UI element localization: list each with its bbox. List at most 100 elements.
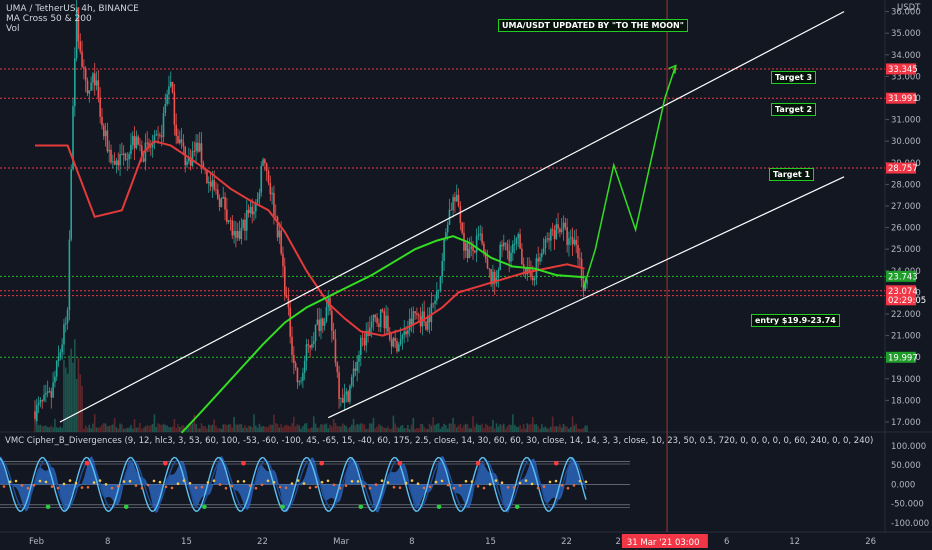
volume-bar [46,426,49,432]
volume-bar [311,427,313,432]
volume-bar [457,425,460,432]
cross-dot [514,504,520,510]
volume-bar [260,426,263,432]
candle-body [356,361,358,371]
price-level-label: 19.997 [888,353,918,363]
cross-dot [319,460,325,466]
candle-body [378,323,380,328]
rsi-mfi-dot [398,486,402,490]
candle-body [121,154,123,155]
volume-bar [302,425,304,432]
rsi-mfi-dot [560,484,564,487]
candle-body [519,234,521,249]
rsi-mfi-dot [116,485,120,488]
volume-bar [283,425,286,432]
volume-legend[interactable]: Vol [6,24,19,34]
candle-body [209,181,212,187]
candle-body [512,244,514,253]
volume-bar [521,428,523,432]
volume-bar [470,428,473,432]
candle-body [349,385,351,402]
candle-body [452,197,454,211]
volume-bar [584,425,587,432]
symbol-title[interactable]: UMA / TetherUS, 4h, BINANCE [6,4,139,14]
volume-bar [197,428,199,432]
volume-bar [102,423,105,432]
candle-body [160,135,163,137]
candle-body [37,402,40,406]
volume-bar [155,426,158,432]
candle-body [273,192,275,216]
rsi-mfi-dot [338,486,342,490]
volume-bar [446,428,449,432]
rsi-mfi-dot [404,481,408,485]
time-axis-label: 6 [724,537,729,547]
volume-bar [493,428,496,432]
volume-bar [222,424,225,432]
volume-bar [206,428,208,432]
candle-body [544,239,547,249]
volume-bar [575,423,577,432]
price-axis-label: 17.000 [891,418,921,428]
candle-body [128,154,130,160]
rsi-mfi-dot [224,486,228,490]
candle-body [95,80,98,86]
price-level-label: 23.743 [888,272,918,282]
volume-bar [238,423,241,432]
indicator-axis-label: 100.000 [891,442,926,452]
candle-body [312,341,315,344]
rsi-mfi-dot [134,484,138,487]
volume-bar [162,423,165,432]
candle-body [84,68,87,81]
volume-bar [553,426,556,432]
volume-bar [211,424,214,432]
volume-bar [104,423,107,432]
rsi-mfi-dot [362,484,366,488]
volume-bar [555,426,558,432]
rsi-mfi-dot [122,480,126,483]
candle-body [110,149,112,163]
cross-dot [202,504,207,510]
volume-bar [365,428,368,432]
candle-body [369,327,371,336]
volume-bar [544,426,547,432]
candle-body [416,313,418,315]
volume-bar [128,427,130,432]
volume-bar [57,428,60,432]
vmc-cipher-legend[interactable]: VMC Cipher_B_Divergences (9, 12, hlc3, 3… [5,436,873,446]
target3-label: Target 3 [771,71,817,84]
candle-body [560,229,563,233]
rsi-mfi-dot [326,479,330,483]
candle-body [542,248,545,254]
candle-body [468,248,471,259]
rsi-mfi-dot [350,480,354,483]
candle-body [249,206,252,214]
volume-bar [202,426,205,432]
volume-bar [177,424,179,432]
volume-bar [36,424,38,432]
candle-body [182,142,185,147]
volume-bar [341,423,344,432]
volume-bar [92,423,94,432]
cross-dot [84,460,90,466]
rsi-mfi-dot [230,484,234,488]
rsi-mfi-dot [578,479,582,483]
rsi-mfi-dot [518,481,522,485]
candle-body [57,356,60,361]
volume-bar [294,426,297,432]
candle-body [206,170,208,184]
candle-body [291,336,293,355]
rsi-mfi-dot [584,480,588,484]
volume-bar [160,425,163,432]
volume-bar [479,425,482,432]
volume-bar [229,424,232,432]
volume-bar [220,428,223,432]
volume-bar [412,417,415,432]
ma-cross-legend[interactable]: MA Cross 50 & 200 [6,14,92,24]
candle-body [46,391,49,393]
rsi-mfi-dot [434,480,438,484]
volume-bar [115,427,118,432]
candle-body [45,392,47,395]
rsi-mfi-dot [158,480,162,484]
candle-body [470,246,473,249]
